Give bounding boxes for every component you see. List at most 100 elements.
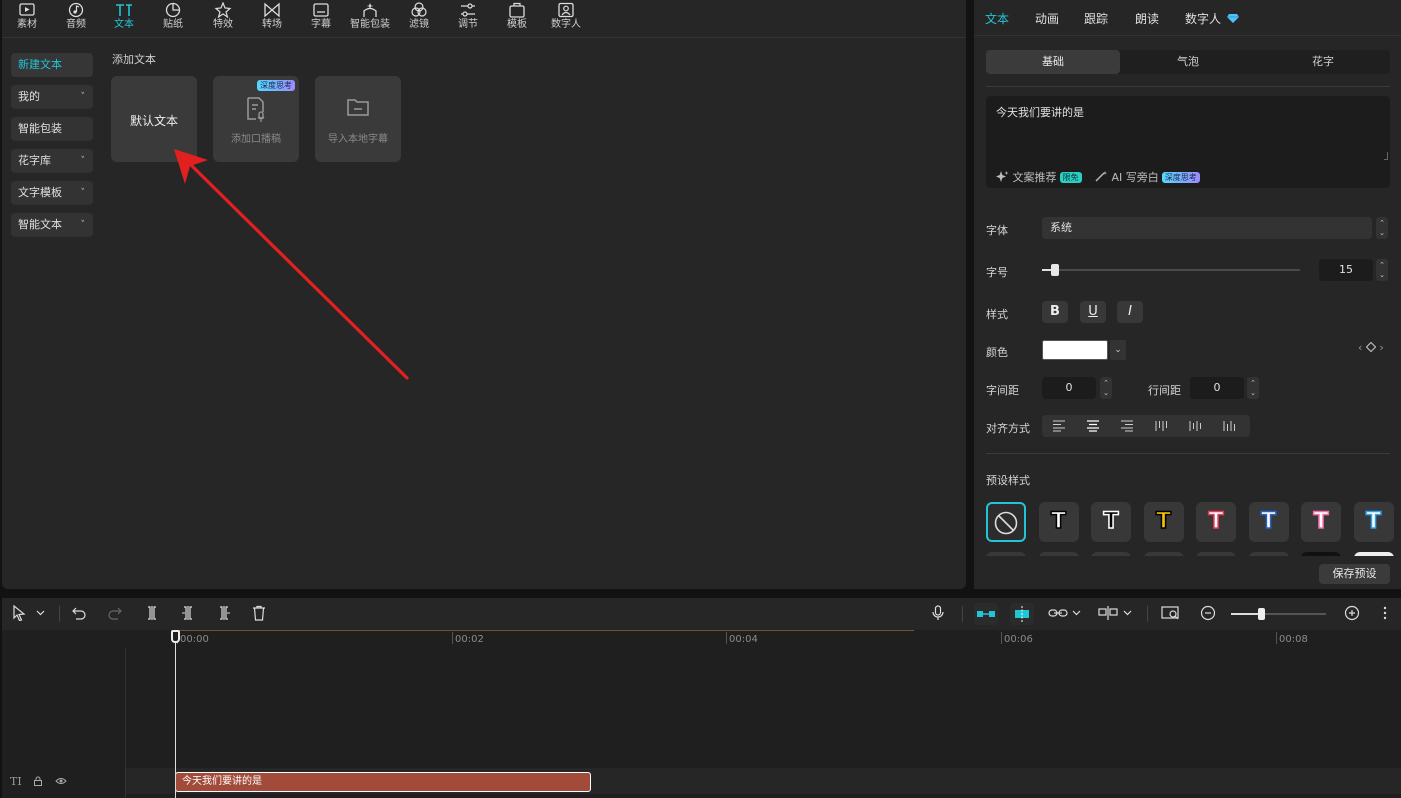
free-badge: 限免 — [1059, 172, 1082, 183]
trim-left-icon[interactable] — [181, 605, 195, 621]
undo-icon[interactable] — [72, 605, 86, 621]
size-stepper[interactable]: ⌃ ⌄ — [1376, 259, 1388, 281]
preset-style[interactable]: T — [1301, 502, 1341, 542]
select-cursor-icon[interactable] — [12, 605, 26, 621]
no-style-icon — [994, 511, 1018, 535]
zoom-out-icon[interactable] — [1200, 605, 1216, 621]
main-track-magnet-button[interactable] — [974, 603, 998, 625]
side-item-fancy-text[interactable]: 花字库 ˅ — [11, 149, 93, 173]
tab-filter[interactable]: 滤镜 — [394, 0, 444, 38]
underline-button[interactable]: U — [1080, 301, 1106, 323]
tick-mark — [726, 632, 727, 644]
preset-style[interactable]: T — [1248, 502, 1289, 542]
time-ruler[interactable]: 00:00 00:02 00:04 00:06 00:08 — [2, 630, 1401, 648]
tab-template[interactable]: 模板 — [492, 0, 542, 38]
tab-digital-human[interactable]: 数字人 — [541, 0, 591, 38]
chevron-down-icon[interactable] — [1072, 609, 1081, 617]
size-input[interactable]: 15 — [1319, 259, 1373, 281]
preset-style[interactable]: T — [1143, 502, 1184, 542]
align-vertical-middle-button[interactable] — [1178, 415, 1212, 437]
italic-button[interactable]: I — [1117, 301, 1143, 323]
align-right-button[interactable] — [1110, 415, 1144, 437]
text-input-area[interactable]: 今天我们要讲的是 文案推荐 限免 AI 写旁白 深度思考 — [986, 96, 1390, 188]
trim-right-icon[interactable] — [217, 605, 231, 621]
split-icon[interactable] — [145, 605, 159, 621]
side-item-mine[interactable]: 我的 ˅ — [11, 85, 93, 109]
preset-style[interactable]: T — [1038, 502, 1079, 542]
keyframe-diamond-icon[interactable] — [1365, 341, 1377, 353]
side-item-smart-text[interactable]: 智能文本 ˅ — [11, 213, 93, 237]
line-spacing-input[interactable]: 0 — [1190, 377, 1244, 399]
redo-icon[interactable] — [108, 605, 122, 621]
resize-handle[interactable] — [1384, 152, 1388, 160]
side-item-new-text[interactable]: 新建文本 — [11, 53, 93, 77]
font-select[interactable]: 系统 — [1042, 217, 1372, 239]
seg-bubble[interactable]: 气泡 — [1121, 50, 1255, 74]
next-keyframe-icon[interactable]: › — [1379, 341, 1383, 354]
align-group — [1042, 415, 1250, 437]
align-left-button[interactable] — [1042, 415, 1076, 437]
save-preset-button[interactable]: 保存预设 — [1319, 564, 1390, 584]
tab-tracking[interactable]: 跟踪 — [1084, 10, 1108, 27]
preset-style[interactable]: T — [1353, 502, 1394, 542]
script-icon — [247, 97, 265, 122]
align-vertical-bottom-button[interactable] — [1212, 415, 1246, 437]
chevron-down-icon[interactable] — [1123, 609, 1132, 617]
slider-knob[interactable] — [1050, 264, 1059, 276]
preset-style[interactable]: T — [1196, 502, 1236, 542]
tab-effects[interactable]: 特效 — [198, 0, 248, 38]
link-icon[interactable] — [1048, 607, 1068, 619]
toolbar-divider — [1147, 606, 1148, 622]
delete-icon[interactable] — [252, 605, 266, 621]
align-vertical-top-button[interactable] — [1144, 415, 1178, 437]
seg-fancy[interactable]: 花字 — [1256, 50, 1390, 74]
tab-smart-pack[interactable]: 智能包装 — [345, 0, 395, 38]
eye-icon[interactable] — [54, 776, 67, 786]
tab-transition[interactable]: 转场 — [247, 0, 297, 38]
side-item-text-template[interactable]: 文字模板 ˅ — [11, 181, 93, 205]
text-clip[interactable]: 今天我们要讲的是 — [175, 772, 591, 792]
font-stepper[interactable]: ⌃ ⌄ — [1376, 217, 1388, 239]
tab-animation[interactable]: 动画 — [1035, 10, 1059, 27]
prev-keyframe-icon[interactable]: ‹ — [1358, 341, 1362, 354]
color-swatch[interactable] — [1042, 340, 1108, 360]
size-slider[interactable] — [1042, 264, 1300, 276]
auto-snap-button[interactable] — [1010, 603, 1034, 625]
tab-audio[interactable]: 音频 — [51, 0, 101, 38]
microphone-icon[interactable] — [931, 605, 945, 621]
zoom-in-icon[interactable] — [1344, 605, 1360, 621]
ai-narration-label: AI 写旁白 — [1111, 171, 1159, 184]
tab-adjust[interactable]: 调节 — [443, 0, 493, 38]
tab-reading[interactable]: 朗读 — [1135, 10, 1159, 27]
seg-basic[interactable]: 基础 — [986, 50, 1120, 74]
keyframe-control[interactable]: ‹ › — [1358, 341, 1384, 354]
more-options-icon[interactable] — [1382, 605, 1388, 621]
zoom-fit-icon[interactable] — [1161, 605, 1181, 621]
tab-text[interactable]: 文本 — [99, 0, 149, 38]
color-dropdown[interactable]: ⌄ — [1110, 340, 1126, 360]
preview-axis-icon[interactable] — [1098, 605, 1118, 621]
align-center-button[interactable] — [1076, 415, 1110, 437]
chevron-down-icon: ˅ — [80, 156, 86, 166]
tab-subtitle[interactable]: 字幕 — [296, 0, 346, 38]
tab-text-props[interactable]: 文本 — [985, 10, 1009, 27]
copy-recommend-button[interactable]: 文案推荐 限免 — [996, 171, 1085, 184]
chevron-down-icon[interactable] — [36, 609, 45, 617]
playhead-handle[interactable] — [171, 630, 180, 643]
bold-button[interactable]: B — [1042, 301, 1068, 323]
lock-icon[interactable] — [33, 776, 43, 786]
tab-media[interactable]: 素材 — [2, 0, 52, 38]
preset-style[interactable]: T — [1091, 502, 1131, 542]
tab-sticker[interactable]: 贴纸 — [148, 0, 198, 38]
subtitle-icon — [313, 3, 329, 17]
letter-spacing-input[interactable]: 0 — [1042, 377, 1096, 399]
tab-digital-human-props[interactable]: 数字人 — [1185, 10, 1221, 27]
preset-none[interactable] — [986, 502, 1026, 542]
letter-spacing-stepper[interactable]: ⌃ ⌄ — [1100, 377, 1112, 399]
ai-narration-button[interactable]: AI 写旁白 深度思考 — [1095, 171, 1200, 184]
side-item-smart-pack[interactable]: 智能包装 — [11, 117, 93, 141]
zoom-slider[interactable] — [1231, 608, 1326, 620]
text-content[interactable]: 今天我们要讲的是 — [996, 104, 1084, 120]
line-spacing-stepper[interactable]: ⌃ ⌄ — [1247, 377, 1259, 399]
zoom-slider-knob[interactable] — [1258, 608, 1265, 620]
